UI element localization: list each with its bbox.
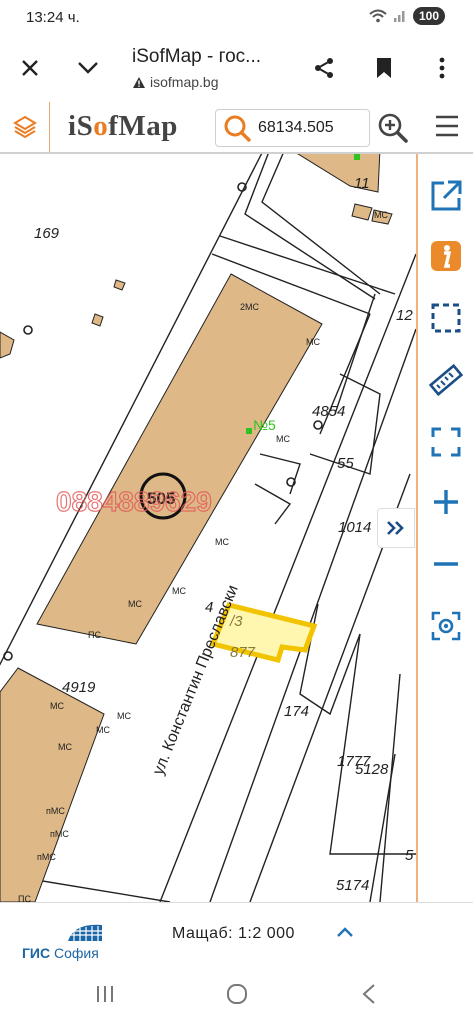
- building-type-label: МС: [50, 701, 64, 711]
- building-type-label: ПС: [18, 894, 31, 902]
- parcel-label: 5174: [336, 877, 369, 894]
- hamburger-menu-icon: [436, 115, 458, 137]
- building-type-label: МС: [96, 725, 110, 735]
- building-type-label: МС: [128, 599, 142, 609]
- scale-bar: ГИС София Мащаб: 1:2 000: [0, 902, 473, 966]
- minimize-button[interactable]: [70, 50, 106, 86]
- status-icons: 100: [369, 7, 445, 25]
- zoom-in-search-icon: [378, 113, 408, 143]
- building-type-label: МС: [276, 434, 290, 444]
- chevron-up-icon: [337, 927, 353, 937]
- app-header: iSofMap: [0, 102, 473, 154]
- status-bar: 13:24 ч. 100: [0, 0, 473, 36]
- map-tools: [416, 154, 473, 902]
- parcel-label: 174: [284, 703, 309, 720]
- building-type-label: ПС: [88, 630, 101, 640]
- locate-button[interactable]: [426, 606, 466, 646]
- recent-apps-button[interactable]: [90, 982, 120, 1006]
- parcel-label: 5128: [355, 761, 389, 778]
- gis-sofia-logo: ГИС София: [22, 919, 112, 963]
- measure-button[interactable]: [426, 360, 466, 400]
- double-chevron-right-icon: [387, 521, 404, 535]
- chevron-down-icon: [78, 62, 98, 74]
- search-box: [215, 109, 370, 147]
- building-type-label: МС: [215, 537, 229, 547]
- signal-icon: [393, 11, 405, 22]
- select-area-icon: [431, 303, 461, 333]
- parcel-label: 4: [205, 599, 213, 616]
- bookmark-icon: [377, 58, 391, 78]
- number-label: №5: [253, 417, 276, 433]
- zoom-out-icon: [434, 562, 458, 566]
- status-time: 13:24 ч.: [26, 9, 80, 26]
- parcel-label: 169: [34, 225, 60, 242]
- measure-ruler-icon: [428, 363, 464, 397]
- building-type-label: пМС: [37, 852, 56, 862]
- isofmap-logo: iSofMap: [68, 110, 178, 142]
- fullscreen-button[interactable]: [426, 422, 466, 462]
- fullscreen-icon: [431, 427, 461, 457]
- close-tab-button[interactable]: [12, 50, 48, 86]
- more-vertical-icon: [439, 57, 445, 79]
- warning-icon: [133, 76, 145, 88]
- zoom-out-button[interactable]: [426, 544, 466, 584]
- parcel-label: 877: [230, 644, 256, 661]
- building-type-label: 2МС: [240, 302, 260, 312]
- zoom-to-result-button[interactable]: [377, 112, 409, 149]
- url-text: isofmap.bg: [150, 74, 219, 90]
- layers-button[interactable]: [0, 102, 50, 152]
- wifi-icon: [369, 9, 387, 23]
- parcel-label: 12: [396, 307, 413, 324]
- building-type-label: МС: [374, 210, 388, 220]
- page-title: iSofMap - гос...: [132, 46, 262, 67]
- browser-toolbar: iSofMap - гос... isofmap.bg: [0, 36, 473, 102]
- home-icon: [227, 984, 247, 1004]
- battery-badge: 100: [412, 7, 445, 25]
- page-url[interactable]: isofmap.bg: [132, 74, 218, 90]
- parcel-label: 5: [405, 847, 414, 864]
- select-area-button[interactable]: [426, 298, 466, 338]
- building-type-label: МС: [58, 742, 72, 752]
- info-icon: [431, 241, 461, 271]
- home-button[interactable]: [222, 982, 252, 1006]
- cadastral-map[interactable]: ул. Константин Преславски 169 505 4919 4…: [0, 154, 416, 902]
- building-type-label: МС: [117, 711, 131, 721]
- building-type-label: пМС: [50, 829, 69, 839]
- phone-watermark: 0884889629: [56, 486, 212, 517]
- zoom-in-icon: [434, 490, 458, 514]
- back-button[interactable]: [354, 982, 384, 1006]
- search-icon[interactable]: [222, 113, 252, 143]
- scale-label: Мащаб: 1:2 000: [172, 925, 295, 942]
- building-type-label: МС: [306, 337, 320, 347]
- more-menu-button[interactable]: [424, 50, 460, 86]
- expand-panel-button[interactable]: [377, 508, 415, 548]
- parcel-label: 4854: [312, 403, 345, 420]
- share-button[interactable]: [306, 50, 342, 86]
- gis-sofia-icon: [68, 924, 102, 941]
- parcel-label: 55: [337, 455, 354, 472]
- open-external-button[interactable]: [426, 176, 466, 216]
- system-nav-bar: [0, 966, 473, 1024]
- recent-apps-icon: [97, 986, 113, 1002]
- parcel-label: 11: [354, 175, 370, 192]
- scale-toggle-button[interactable]: [336, 925, 354, 944]
- locate-icon: [431, 611, 461, 641]
- back-icon: [362, 984, 375, 1004]
- street-name: ул. Константин Преславски: [150, 583, 242, 778]
- zoom-in-button[interactable]: [426, 482, 466, 522]
- parcel-label: 1014: [338, 519, 371, 536]
- layers-icon: [12, 115, 37, 139]
- building-type-label: МС: [172, 586, 186, 596]
- parcel-label: 4919: [62, 679, 96, 696]
- map-canvas[interactable]: ул. Константин Преславски 169 505 4919 4…: [0, 154, 416, 902]
- bookmark-button[interactable]: [366, 50, 402, 86]
- share-icon: [315, 58, 333, 78]
- info-button[interactable]: [426, 236, 466, 276]
- main-menu-button[interactable]: [434, 114, 460, 143]
- open-external-icon: [431, 180, 462, 211]
- highlight-label: /3: [229, 613, 243, 630]
- building-type-label: пМС: [46, 806, 65, 816]
- search-input[interactable]: [258, 119, 363, 137]
- close-icon: [22, 60, 38, 76]
